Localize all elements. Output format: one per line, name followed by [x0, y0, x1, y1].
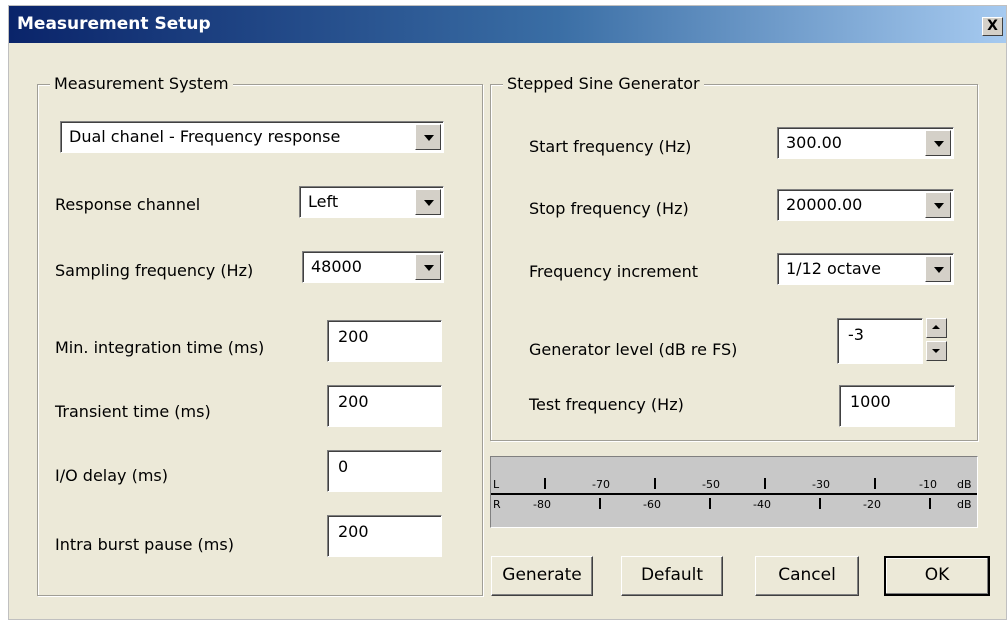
meter-bottom-unit: dB [957, 498, 972, 511]
cancel-button[interactable]: Cancel [755, 556, 859, 596]
chevron-down-icon[interactable] [925, 130, 951, 156]
generator-level-input[interactable]: -3 [837, 318, 923, 364]
test-frequency-input[interactable]: 1000 [839, 385, 955, 427]
chevron-down-icon[interactable] [925, 256, 951, 282]
generator-level-spinner[interactable] [926, 318, 947, 362]
stop-frequency-label: Stop frequency (Hz) [529, 199, 689, 218]
close-icon[interactable]: X [982, 17, 1003, 36]
meter-right-channel-label: R [493, 498, 501, 511]
meter-bottom-scale-label: -20 [863, 498, 881, 511]
stepped-sine-generator-legend: Stepped Sine Generator [503, 74, 704, 93]
default-button[interactable]: Default [621, 556, 723, 596]
spin-up-icon[interactable] [926, 318, 947, 338]
chevron-down-icon[interactable] [925, 192, 951, 218]
level-meter: L -70 -50 -30 -10 dB R -80 -60 -40 -20 d… [490, 456, 978, 528]
response-channel-label: Response channel [55, 195, 201, 214]
meter-bottom-scale-label: -60 [643, 498, 661, 511]
sampling-frequency-label: Sampling frequency (Hz) [55, 261, 254, 280]
io-delay-label: I/O delay (ms) [55, 466, 168, 485]
meter-left-channel-label: L [493, 478, 500, 491]
title-bar: Measurement Setup X [9, 6, 1006, 43]
meter-divider [491, 493, 977, 495]
stop-frequency-select[interactable]: 20000.00 [777, 189, 954, 221]
measurement-setup-dialog: Measurement Setup X Measurement System D… [8, 5, 1007, 620]
meter-top-scale-label: -30 [812, 478, 830, 491]
meter-tick [929, 498, 931, 509]
meter-tick [544, 478, 546, 489]
io-delay-input[interactable]: 0 [327, 450, 442, 492]
generate-button[interactable]: Generate [491, 556, 593, 596]
meter-bottom-scale-label: -40 [753, 498, 771, 511]
meter-top-unit: dB [957, 478, 972, 491]
meter-top-scale-label: -70 [592, 478, 610, 491]
meter-tick [764, 478, 766, 489]
min-integration-input[interactable]: 200 [327, 320, 442, 362]
intra-burst-pause-label: Intra burst pause (ms) [55, 535, 234, 554]
meter-top-scale-label: -10 [919, 478, 937, 491]
frequency-increment-select[interactable]: 1/12 octave [777, 253, 954, 285]
stop-frequency-value: 20000.00 [786, 195, 863, 214]
frequency-increment-label: Frequency increment [529, 262, 699, 281]
response-channel-select[interactable]: Left [299, 186, 444, 218]
chevron-down-icon[interactable] [415, 124, 441, 150]
chevron-down-icon[interactable] [415, 254, 441, 280]
meter-tick [874, 478, 876, 489]
meter-tick [654, 478, 656, 489]
meter-tick [709, 498, 711, 509]
ok-button[interactable]: OK [884, 556, 990, 596]
measurement-mode-value: Dual chanel - Frequency response [69, 127, 341, 146]
min-integration-label: Min. integration time (ms) [55, 338, 265, 357]
spin-down-icon[interactable] [926, 341, 947, 361]
generator-level-label: Generator level (dB re FS) [529, 340, 738, 359]
start-frequency-value: 300.00 [786, 133, 842, 152]
meter-tick [819, 498, 821, 509]
measurement-mode-select[interactable]: Dual chanel - Frequency response [60, 121, 444, 153]
chevron-down-icon[interactable] [415, 189, 441, 215]
measurement-system-legend: Measurement System [50, 74, 233, 93]
transient-time-label: Transient time (ms) [55, 402, 211, 421]
frequency-increment-value: 1/12 octave [786, 259, 881, 278]
meter-top-scale-label: -50 [702, 478, 720, 491]
start-frequency-select[interactable]: 300.00 [777, 127, 954, 159]
response-channel-value: Left [308, 192, 339, 211]
sampling-frequency-value: 48000 [311, 257, 362, 276]
intra-burst-pause-input[interactable]: 200 [327, 515, 442, 557]
sampling-frequency-select[interactable]: 48000 [302, 251, 444, 283]
meter-bottom-scale-label: -80 [533, 498, 551, 511]
transient-time-input[interactable]: 200 [327, 385, 442, 427]
test-frequency-label: Test frequency (Hz) [529, 395, 684, 414]
meter-tick [599, 498, 601, 509]
dialog-title: Measurement Setup [17, 14, 211, 34]
start-frequency-label: Start frequency (Hz) [529, 137, 692, 156]
